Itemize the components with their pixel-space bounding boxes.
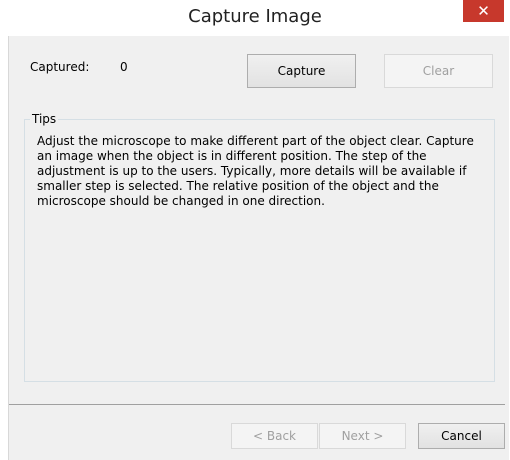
back-button[interactable]: < Back <box>231 423 318 449</box>
window-title: Capture Image <box>188 6 322 27</box>
captured-count: 0 <box>120 60 128 74</box>
title-bar: Capture Image ✕ <box>0 0 510 35</box>
close-icon: ✕ <box>477 2 490 20</box>
clear-button[interactable]: Clear <box>384 54 493 88</box>
tips-text: Adjust the microscope to make different … <box>37 134 474 208</box>
close-button[interactable]: ✕ <box>463 0 504 22</box>
cancel-button[interactable]: Cancel <box>418 423 505 449</box>
tips-group: Tips Adjust the microscope to make diffe… <box>24 112 495 382</box>
capture-button[interactable]: Capture <box>247 54 356 88</box>
footer-separator <box>9 404 505 405</box>
tips-legend: Tips <box>30 112 59 126</box>
dialog-body: Captured: 0 Capture Clear Tips Adjust th… <box>8 36 509 460</box>
next-button[interactable]: Next > <box>319 423 406 449</box>
captured-label: Captured: <box>30 60 90 74</box>
